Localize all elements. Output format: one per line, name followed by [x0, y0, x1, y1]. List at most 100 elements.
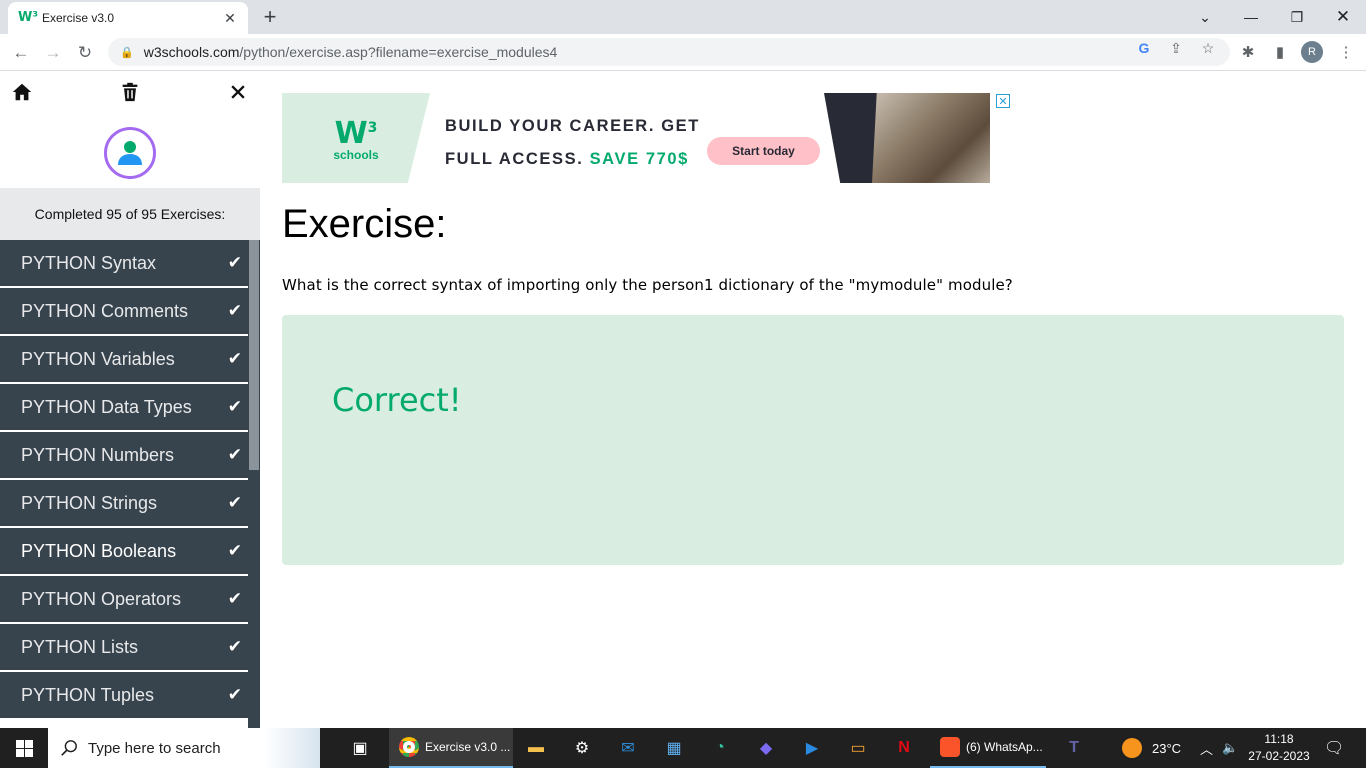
ad-banner[interactable]: W3 schools BUILD YOUR CAREER. GET FULL A…	[282, 93, 1010, 183]
home-icon[interactable]	[11, 81, 33, 109]
exercise-list: PYTHON Syntax ✔ PYTHON Comments ✔ PYTHON V…	[0, 240, 248, 720]
ad-close-icon[interactable]: ✕	[996, 94, 1010, 108]
sidebar-item-label: PYTHON Operators	[21, 588, 182, 609]
ad-photo	[872, 93, 990, 183]
back-arrow-icon[interactable]: ←	[8, 40, 34, 66]
checkmark-icon: ✔	[227, 589, 242, 608]
system-clock[interactable]: 11:18 27-02-2023	[1248, 731, 1310, 765]
sidebar-item-label: PYTHON Variables	[21, 348, 175, 369]
completed-counter: Completed 95 of 95 Exercises:	[0, 188, 260, 240]
mail-icon[interactable]: ✉	[614, 734, 642, 762]
checkmark-icon: ✔	[227, 445, 242, 464]
sidebar-item-python-operators[interactable]: PYTHON Operators ✔	[0, 576, 248, 624]
browser-tab[interactable]: W³ Exercise v3.0 ✕	[8, 2, 248, 34]
media-player-icon[interactable]: ▶	[798, 734, 826, 762]
ad-headline: BUILD YOUR CAREER. GET FULL ACCESS. SAVE…	[445, 110, 700, 176]
ad-line-1: BUILD YOUR CAREER. GET	[445, 117, 700, 135]
store-icon[interactable]: ▦	[660, 734, 688, 762]
search-highlight-image	[264, 728, 320, 768]
share-icon[interactable]: ⇪	[1166, 40, 1186, 57]
start-today-button[interactable]: Start today	[707, 137, 820, 165]
sidebar-item-label: PYTHON Numbers	[21, 444, 175, 465]
checkmark-icon: ✔	[227, 493, 242, 512]
file-explorer-icon[interactable]: ▬	[522, 734, 550, 762]
result-message: Correct!	[332, 381, 462, 419]
close-icon[interactable]	[228, 81, 248, 109]
taskbar-search-box[interactable]: Type here to search	[48, 728, 320, 768]
app-label: Exercise v3.0 ...	[425, 740, 511, 754]
sidebar-item-python-numbers[interactable]: PYTHON Numbers ✔	[0, 432, 248, 480]
new-tab-button[interactable]: +	[258, 4, 282, 30]
browser-tabstrip: W³ Exercise v3.0 ✕ + ⌄ — ❐ ✕	[0, 0, 1366, 34]
sidebar-item-label: PYTHON Syntax	[21, 252, 157, 273]
exercise-sidebar: Completed 95 of 95 Exercises: PYTHON Syn…	[0, 71, 260, 728]
edge-icon[interactable]: ◔	[706, 734, 734, 762]
url-text: w3schools.com/python/exercise.asp?filena…	[143, 44, 558, 60]
tab-title: Exercise v3.0	[42, 11, 115, 25]
exercise-question: What is the correct syntax of importing …	[282, 276, 1013, 294]
sidebar-item-python-strings[interactable]: PYTHON Strings ✔	[0, 480, 248, 528]
restore-button[interactable]: ❐	[1274, 0, 1320, 34]
close-window-button[interactable]: ✕	[1320, 0, 1366, 34]
sidebar-item-label: PYTHON Tuples	[21, 684, 155, 705]
sidebar-item-python-lists[interactable]: PYTHON Lists ✔	[0, 624, 248, 672]
brave-icon	[940, 737, 960, 757]
sidebar-item-label: PYTHON Strings	[21, 492, 158, 513]
sidebar-item-python-data-types[interactable]: PYTHON Data Types ✔	[0, 384, 248, 432]
teams-icon[interactable]: T	[1060, 734, 1088, 762]
extensions-puzzle-icon[interactable]: ✱	[1238, 43, 1258, 61]
menu-kebab-icon[interactable]: ⋮	[1336, 43, 1356, 61]
windows-logo-icon	[15, 739, 33, 757]
sidebar-item-python-syntax[interactable]: PYTHON Syntax ✔	[0, 240, 248, 288]
checkmark-icon: ✔	[227, 637, 242, 656]
logo-text: schools	[333, 148, 379, 162]
profile-avatar[interactable]: R	[1301, 41, 1323, 63]
notifications-icon[interactable]: 🗨	[1324, 728, 1344, 768]
sidebar-item-python-booleans[interactable]: PYTHON Booleans ✔	[0, 528, 248, 576]
office-app-icon[interactable]: ▭	[844, 734, 872, 762]
netflix-icon[interactable]: N	[890, 734, 918, 762]
task-view-icon[interactable]: ▣	[346, 734, 374, 762]
sidebar-header	[0, 71, 260, 188]
bookmark-star-icon[interactable]: ☆	[1198, 40, 1218, 57]
user-avatar[interactable]	[104, 127, 156, 179]
tray-chevron-icon[interactable]: ︿	[1200, 728, 1213, 768]
search-icon	[61, 740, 77, 756]
sidebar-item-label: PYTHON Comments	[21, 300, 189, 321]
logo-mark: W3	[334, 116, 378, 151]
chrome-icon	[399, 737, 419, 757]
sidebar-item-label: PYTHON Data Types	[21, 396, 192, 417]
app-label: (6) WhatsAp...	[966, 740, 1043, 754]
sidebar-item-python-variables[interactable]: PYTHON Variables ✔	[0, 336, 248, 384]
google-lens-icon[interactable]: G	[1134, 40, 1154, 56]
reload-icon[interactable]: ↻	[72, 40, 98, 66]
clipchamp-icon[interactable]: ◆	[752, 734, 780, 762]
address-bar[interactable]: 🔒 w3schools.com/python/exercise.asp?file…	[108, 38, 1230, 66]
settings-gear-icon[interactable]: ⚙	[568, 734, 596, 762]
tab-search-icon[interactable]: ⌄	[1182, 0, 1228, 34]
trash-icon[interactable]	[119, 81, 141, 109]
user-icon	[118, 141, 142, 165]
start-button[interactable]	[0, 728, 48, 768]
volume-icon[interactable]: 🔈	[1222, 728, 1238, 768]
tab-close-icon[interactable]: ✕	[222, 10, 238, 27]
w3schools-favicon-icon: W³	[18, 10, 39, 25]
search-placeholder: Type here to search	[88, 739, 221, 757]
lock-icon[interactable]: 🔒	[120, 46, 134, 59]
taskbar-whatsapp-app[interactable]: (6) WhatsAp...	[930, 728, 1046, 768]
answer-panel: Correct!	[282, 315, 1344, 565]
sidebar-item-python-tuples[interactable]: PYTHON Tuples ✔	[0, 672, 248, 720]
taskbar-chrome-app[interactable]: Exercise v3.0 ...	[389, 728, 513, 768]
minimize-button[interactable]: —	[1228, 0, 1274, 34]
sidebar-scrollbar-thumb[interactable]	[249, 240, 259, 470]
sidebar-item-python-comments[interactable]: PYTHON Comments ✔	[0, 288, 248, 336]
w3schools-logo: W3 schools	[282, 93, 430, 183]
browser-toolbar: ← → ↻ 🔒 w3schools.com/python/exercise.as…	[0, 34, 1366, 71]
clock-date: 27-02-2023	[1248, 749, 1310, 763]
forward-arrow-icon[interactable]: →	[40, 40, 66, 66]
page-title: Exercise:	[282, 202, 447, 246]
ad-line-2: FULL ACCESS. SAVE 770$	[445, 150, 689, 168]
side-panel-icon[interactable]: ▮	[1270, 43, 1290, 61]
clock-time: 11:18	[1264, 732, 1294, 746]
weather-widget[interactable]: 23°C	[1122, 728, 1181, 768]
